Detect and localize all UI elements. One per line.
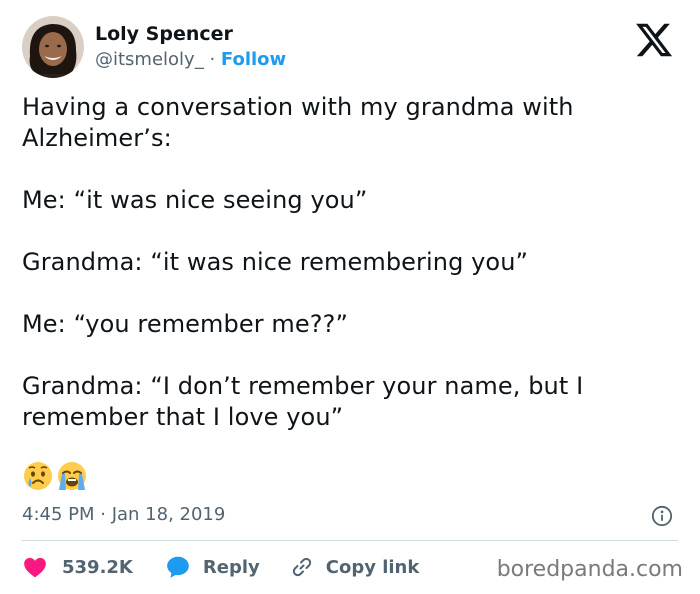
action-bar: 539.2K Reply Copy link xyxy=(22,554,419,580)
copy-link-button[interactable]: Copy link xyxy=(290,555,420,579)
reply-bubble-icon xyxy=(167,556,189,578)
author-handle[interactable]: @itsmeloly_ xyxy=(95,49,204,70)
emoji-row xyxy=(22,460,88,492)
tweet-paragraph: Me: “it was nice seeing you” xyxy=(22,186,368,214)
copy-link-label: Copy link xyxy=(325,556,420,578)
tweet-timestamp[interactable]: 4:45 PM · Jan 18, 2019 xyxy=(22,503,225,527)
like-count: 539.2K xyxy=(62,556,133,578)
handle-separator: · xyxy=(203,49,221,70)
tweet-text: Having a conversation with my grandma wi… xyxy=(22,92,682,433)
tweet-paragraph: Grandma: “it was nice remembering you” xyxy=(22,248,529,276)
like-button[interactable]: 539.2K xyxy=(22,554,133,580)
tweet-paragraph: Me: “you remember me??” xyxy=(22,310,348,338)
boredpanda-watermark: boredpanda.com xyxy=(496,557,683,582)
loudly-crying-face-emoji xyxy=(58,462,86,490)
heart-icon xyxy=(24,557,46,578)
follow-link[interactable]: Follow xyxy=(221,49,286,70)
x-logo-icon[interactable] xyxy=(634,20,674,60)
reply-label: Reply xyxy=(202,556,260,578)
reply-button[interactable]: Reply xyxy=(165,554,260,580)
author-avatar[interactable] xyxy=(22,16,84,78)
avatar-image xyxy=(22,16,84,78)
tweet-paragraph: Having a conversation with my grandma wi… xyxy=(22,93,574,152)
link-icon xyxy=(292,557,311,577)
author-handle-row: @itsmeloly_ · Follow xyxy=(95,48,286,72)
crying-face-emoji xyxy=(24,462,52,490)
author-display-name[interactable]: Loly Spencer xyxy=(95,22,233,46)
tweet-paragraph: Grandma: “I don’t remember your name, bu… xyxy=(22,372,584,431)
info-icon[interactable] xyxy=(651,505,673,527)
divider xyxy=(22,540,678,541)
